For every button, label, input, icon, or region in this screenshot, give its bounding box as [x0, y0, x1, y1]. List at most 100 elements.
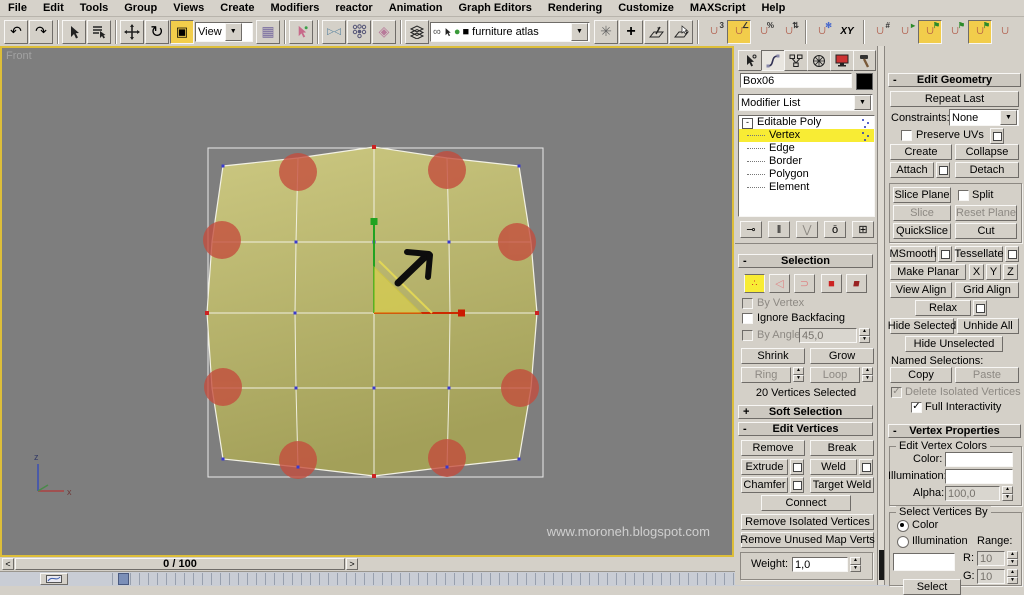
color-swatch-field[interactable] [945, 452, 1013, 467]
vertex-properties-rollout-header[interactable]: - Vertex Properties [888, 424, 1021, 438]
trackbar-frame-marker[interactable] [118, 573, 129, 585]
selection-rollout-header[interactable]: - Selection [738, 254, 873, 268]
make-unique-icon[interactable]: ⋁ [796, 221, 818, 238]
reset-plane-button[interactable]: Reset Plane [955, 205, 1017, 221]
eraser-icon[interactable]: ◈ [372, 19, 396, 44]
tab-utilities[interactable] [853, 50, 876, 71]
select-color-swatch[interactable] [893, 553, 955, 571]
menu-customize[interactable]: Customize [610, 2, 682, 14]
planar-y-button[interactable]: Y [986, 264, 1001, 280]
layer-manager-icon[interactable] [405, 19, 429, 44]
snap-vertex-icon[interactable]: ∩ ⚑ [918, 19, 942, 44]
menu-help[interactable]: Help [753, 2, 793, 14]
attach-settings-icon[interactable] [936, 162, 950, 178]
connect-button[interactable]: Connect [761, 495, 851, 511]
named-selection-set-dropdown[interactable]: ∞ ● ■ furniture atlas ▼ [430, 21, 590, 42]
attach-button[interactable]: Attach [890, 162, 934, 178]
chevron-down-icon[interactable]: ▼ [571, 22, 588, 41]
prev-frame-button[interactable]: < [2, 558, 14, 570]
menu-file[interactable]: File [0, 2, 35, 14]
menu-graph-editors[interactable]: Graph Editors [450, 2, 539, 14]
weight-field[interactable]: 1,0 [792, 557, 848, 572]
tab-modify[interactable] [761, 50, 785, 71]
loop-button[interactable]: Loop [810, 367, 860, 383]
break-button[interactable]: Break [810, 440, 874, 456]
slice-button[interactable]: Slice [893, 205, 951, 221]
chamfer-settings-icon[interactable] [790, 477, 804, 493]
msmooth-settings-icon[interactable] [938, 246, 952, 262]
viewport-canvas[interactable]: z x [2, 48, 732, 555]
select-button[interactable]: Select [903, 579, 961, 595]
grow-button[interactable]: Grow [810, 348, 874, 364]
stack-item-vertex[interactable]: Vertex [739, 129, 874, 142]
loop-spinner[interactable]: ▲ ▼ [862, 367, 873, 382]
snap-pivot-icon[interactable]: ∩ ▸ [893, 19, 917, 44]
select-by-name-icon[interactable] [87, 19, 111, 44]
snap-edge-icon[interactable]: ∩ ⚑ [943, 19, 967, 44]
edit-vertices-rollout-header[interactable]: - Edit Vertices [738, 422, 873, 436]
object-name-field[interactable]: Box06 [740, 73, 852, 88]
editable-poly-mesh[interactable] [206, 146, 538, 477]
undo-icon[interactable]: ↶ [4, 19, 28, 44]
gizmo-y-handle[interactable] [370, 218, 378, 225]
chevron-down-icon[interactable]: ▼ [224, 22, 242, 41]
percent-snap-icon[interactable]: ∩% [752, 19, 776, 44]
angle-snap-icon[interactable]: ∩ ∠ [727, 19, 751, 44]
snap-face-icon[interactable]: ∩ ⚑ [968, 19, 992, 44]
menu-edit[interactable]: Edit [35, 2, 72, 14]
redo-icon[interactable]: ↷ [29, 19, 53, 44]
split-checkbox[interactable] [958, 190, 969, 201]
weld-button[interactable]: Weld [810, 459, 857, 475]
repeat-last-button[interactable]: Repeat Last [890, 91, 1019, 107]
target-weld-button[interactable]: Target Weld [810, 477, 874, 493]
gizmo-x-handle[interactable] [458, 309, 465, 317]
range-r-field[interactable]: 10 [977, 551, 1005, 566]
extrude-button[interactable]: Extrude [741, 459, 788, 475]
planar-z-button[interactable]: Z [1003, 264, 1018, 280]
select-object-icon[interactable] [62, 19, 86, 44]
reference-coord-system-dropdown[interactable]: View ▼ [195, 21, 253, 42]
relax-button[interactable]: Relax [915, 300, 971, 316]
menu-animation[interactable]: Animation [381, 2, 451, 14]
full-interactivity-checkbox[interactable]: ✓ [911, 402, 922, 413]
collapse-button[interactable]: Collapse [955, 144, 1019, 160]
view-align-button[interactable]: View Align [890, 282, 952, 298]
select-and-move-icon[interactable] [120, 19, 144, 44]
tab-display[interactable] [830, 50, 854, 71]
select-by-color-radio[interactable] [897, 520, 909, 532]
collapse-expander-icon[interactable]: - [742, 118, 753, 129]
menu-group[interactable]: Group [116, 2, 165, 14]
preserve-uvs-checkbox[interactable] [901, 130, 912, 141]
by-angle-field[interactable]: 45,0 [799, 328, 857, 343]
alpha-field[interactable]: 100,0 [945, 486, 1000, 501]
tab-create[interactable] [738, 50, 762, 71]
stack-item-border[interactable]: Border [739, 155, 874, 168]
mirror-icon[interactable]: ▷◁ [322, 19, 346, 44]
tessellate-button[interactable]: Tessellate [955, 246, 1003, 262]
tab-hierarchy[interactable] [784, 50, 808, 71]
snap-grid-icon[interactable]: ∩ # [868, 19, 892, 44]
object-color-swatch[interactable] [856, 73, 873, 90]
weld-settings-icon[interactable] [859, 459, 873, 475]
select-by-illumination-radio[interactable] [897, 536, 909, 548]
planar-x-button[interactable]: X [969, 264, 984, 280]
snap-frozen-icon[interactable]: ∩ ✻ [810, 19, 834, 44]
subobject-vertex-icon[interactable]: ∴ [744, 274, 765, 293]
stack-item-edge[interactable]: Edge [739, 142, 874, 155]
remove-isolated-vertices-button[interactable]: Remove Isolated Vertices [741, 514, 874, 530]
subobject-polygon-icon[interactable]: ■ [821, 274, 842, 293]
select-and-scale-icon[interactable]: ▣ [170, 19, 194, 44]
pin-stack-icon[interactable]: ⊸ [740, 221, 762, 238]
cut-button[interactable]: Cut [955, 223, 1017, 239]
snap-xy-icon[interactable]: XY [835, 19, 859, 44]
chevron-down-icon[interactable]: ▼ [1000, 110, 1017, 125]
stack-item-editable-poly[interactable]: - Editable Poly [739, 116, 874, 129]
relax-settings-icon[interactable] [973, 300, 987, 316]
illumination-swatch-field[interactable] [945, 469, 1013, 484]
select-and-rotate-icon[interactable]: ↻ [145, 19, 169, 44]
by-vertex-checkbox[interactable] [742, 298, 753, 309]
align-icon[interactable]: + [619, 19, 643, 44]
subobject-edge-icon[interactable]: ◁ [769, 274, 790, 293]
remove-button[interactable]: Remove [741, 440, 805, 456]
array-icon[interactable] [347, 19, 371, 44]
